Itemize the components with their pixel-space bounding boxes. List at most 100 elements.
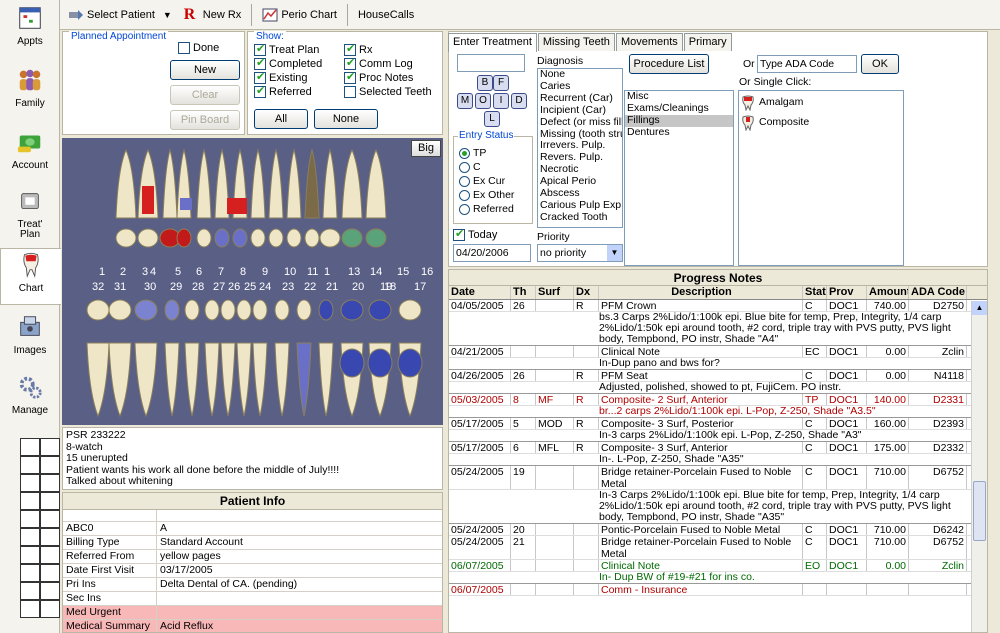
- mini-calendar-grid[interactable]: [20, 438, 60, 618]
- lower-occlusal-tooth[interactable]: [86, 299, 110, 321]
- lower-tooth[interactable]: [296, 342, 312, 417]
- checkbox-box[interactable]: [453, 227, 465, 241]
- upper-tooth-number[interactable]: 6: [196, 266, 202, 278]
- upper-occlusal-tooth[interactable]: [137, 228, 159, 248]
- mini-grid-cell[interactable]: [20, 438, 40, 456]
- tab-movements[interactable]: Movements: [615, 33, 683, 51]
- upper-occlusal-tooth[interactable]: [176, 228, 192, 248]
- lower-tooth[interactable]: [220, 342, 236, 417]
- lower-tooth-number[interactable]: 27: [213, 281, 225, 293]
- show-all-button[interactable]: All: [254, 109, 308, 129]
- lower-tooth[interactable]: [108, 342, 132, 418]
- upper-occlusal-tooth[interactable]: [232, 228, 248, 248]
- lower-tooth[interactable]: [274, 342, 290, 417]
- progress-notes-table[interactable]: 04/05/2005 26 R PFM Crown C DOC1 740.00 D2750 bs…: [449, 300, 987, 596]
- nav-chart[interactable]: Chart: [0, 248, 61, 305]
- patient-info-row[interactable]: Pri Ins Delta Dental of CA. (pending): [63, 578, 442, 592]
- category-item-selected[interactable]: Fillings: [625, 114, 733, 127]
- chevron-down-icon[interactable]: ▼: [607, 245, 622, 261]
- patient-info-row[interactable]: Referred From yellow pages: [63, 550, 442, 564]
- lower-tooth[interactable]: [134, 342, 158, 418]
- upper-tooth-number[interactable]: 15: [397, 266, 409, 278]
- lower-tooth-number[interactable]: 31: [114, 281, 126, 293]
- radio-dot[interactable]: [459, 189, 470, 201]
- progress-notes-scrollbar[interactable]: ▲: [971, 301, 987, 632]
- show-treat-plan-checkbox[interactable]: Treat Plan: [254, 42, 319, 56]
- new-appointment-button[interactable]: New: [170, 60, 240, 80]
- select-patient-button[interactable]: Select Patient ▼: [62, 2, 178, 28]
- upper-tooth[interactable]: [322, 148, 338, 219]
- lower-occlusal-tooth[interactable]: [108, 299, 132, 321]
- checkbox-box[interactable]: [254, 56, 266, 70]
- tab-missing-teeth[interactable]: Missing Teeth: [537, 33, 615, 51]
- upper-occlusal-tooth[interactable]: [365, 228, 387, 248]
- status-tp-radio[interactable]: TP: [459, 147, 486, 159]
- quick-procedure-list[interactable]: Amalgam Composite: [738, 90, 904, 266]
- mini-grid-cell[interactable]: [40, 474, 60, 492]
- upper-tooth-number[interactable]: 1: [99, 266, 105, 278]
- col-ada-header[interactable]: ADA Code: [909, 286, 967, 299]
- mini-grid-cell[interactable]: [40, 582, 60, 600]
- checkbox-box[interactable]: [344, 70, 356, 84]
- done-checkbox[interactable]: Done: [178, 42, 219, 54]
- mini-grid-cell[interactable]: [20, 546, 40, 564]
- progress-row[interactable]: 06/07/2005 Comm - Insurance: [449, 584, 987, 596]
- lower-tooth-number[interactable]: 28: [192, 281, 204, 293]
- lower-tooth-number[interactable]: 24: [259, 281, 271, 293]
- quick-proc-amalgam[interactable]: Amalgam: [739, 93, 903, 113]
- progress-note[interactable]: Adjusted, polished, showed to pt, FujiCe…: [449, 382, 987, 394]
- upper-tooth-number[interactable]: 3: [142, 266, 148, 278]
- upper-tooth-number[interactable]: 14: [370, 266, 382, 278]
- mini-grid-cell[interactable]: [20, 456, 40, 474]
- upper-tooth[interactable]: [214, 148, 230, 219]
- col-th-header[interactable]: Th: [511, 286, 536, 299]
- lower-tooth[interactable]: [184, 342, 200, 417]
- upper-tooth-number[interactable]: 5: [175, 266, 181, 278]
- show-comm-log-checkbox[interactable]: Comm Log: [344, 56, 413, 70]
- mini-grid-cell[interactable]: [40, 492, 60, 510]
- housecalls-button[interactable]: HouseCalls: [352, 2, 420, 28]
- show-none-button[interactable]: None: [314, 109, 378, 129]
- radio-dot[interactable]: [459, 147, 470, 159]
- lower-tooth[interactable]: [204, 342, 220, 417]
- upper-tooth[interactable]: [286, 148, 302, 219]
- chevron-down-icon[interactable]: ▼: [163, 10, 172, 20]
- lower-occlusal-tooth[interactable]: [134, 299, 158, 321]
- mini-grid-cell[interactable]: [20, 582, 40, 600]
- upper-tooth[interactable]: [115, 148, 137, 219]
- progress-note[interactable]: In-3 carps 2%Lido/1:100k epi. L-Pop, Z-2…: [449, 430, 987, 442]
- procedure-category-list[interactable]: Misc Exams/Cleanings Fillings Dentures: [624, 90, 734, 266]
- tab-enter-treatment[interactable]: Enter Treatment: [448, 33, 537, 52]
- lower-occlusal-tooth[interactable]: [184, 299, 200, 321]
- lower-occlusal-tooth[interactable]: [252, 299, 268, 321]
- col-date-header[interactable]: Date: [449, 286, 511, 299]
- patient-info-row-medical[interactable]: Medical Summary Acid Reflux: [63, 620, 442, 632]
- upper-occlusal-tooth[interactable]: [286, 228, 302, 248]
- upper-tooth[interactable]: [162, 148, 178, 219]
- clear-button[interactable]: Clear: [170, 85, 240, 105]
- procedure-list-button[interactable]: Procedure List: [629, 54, 709, 74]
- progress-note[interactable]: In- Dup BW of #19-#21 for ins co.: [449, 572, 987, 584]
- ada-code-input[interactable]: Type ADA Code: [757, 55, 857, 73]
- nav-treat-plan[interactable]: Treat' Plan: [0, 188, 60, 240]
- show-selected-teeth-checkbox[interactable]: Selected Teeth: [344, 86, 432, 98]
- progress-row[interactable]: 05/24/2005 19 Bridge retainer-Porcelain Fu…: [449, 466, 987, 490]
- upper-occlusal-tooth[interactable]: [214, 228, 230, 248]
- lower-tooth-number[interactable]: 23: [282, 281, 294, 293]
- status-ex-cur-radio[interactable]: Ex Cur: [459, 175, 505, 187]
- progress-note[interactable]: br...2 carps 2%Lido/1:100k epi. L-Pop, Z…: [449, 406, 987, 418]
- lower-tooth-number[interactable]: 25: [244, 281, 256, 293]
- upper-tooth-number[interactable]: 11: [307, 266, 318, 278]
- diagnosis-item[interactable]: Incipient (Car): [538, 104, 622, 117]
- priority-select[interactable]: no priority ▼: [537, 244, 623, 262]
- radio-dot[interactable]: [459, 175, 470, 187]
- mini-grid-cell[interactable]: [40, 600, 60, 618]
- date-field[interactable]: 04/20/2006: [453, 244, 531, 262]
- col-amount-header[interactable]: Amount: [867, 286, 909, 299]
- checkbox-box[interactable]: [344, 56, 356, 70]
- progress-note[interactable]: bs.3 Carps 2%Lido/1:100k epi. Blue bite …: [449, 312, 987, 346]
- lower-occlusal-tooth[interactable]: [296, 299, 312, 321]
- mini-grid-cell[interactable]: [20, 600, 40, 618]
- diagnosis-list[interactable]: None Caries Recurrent (Car) Incipient (C…: [537, 68, 623, 228]
- lower-tooth[interactable]: [318, 342, 334, 417]
